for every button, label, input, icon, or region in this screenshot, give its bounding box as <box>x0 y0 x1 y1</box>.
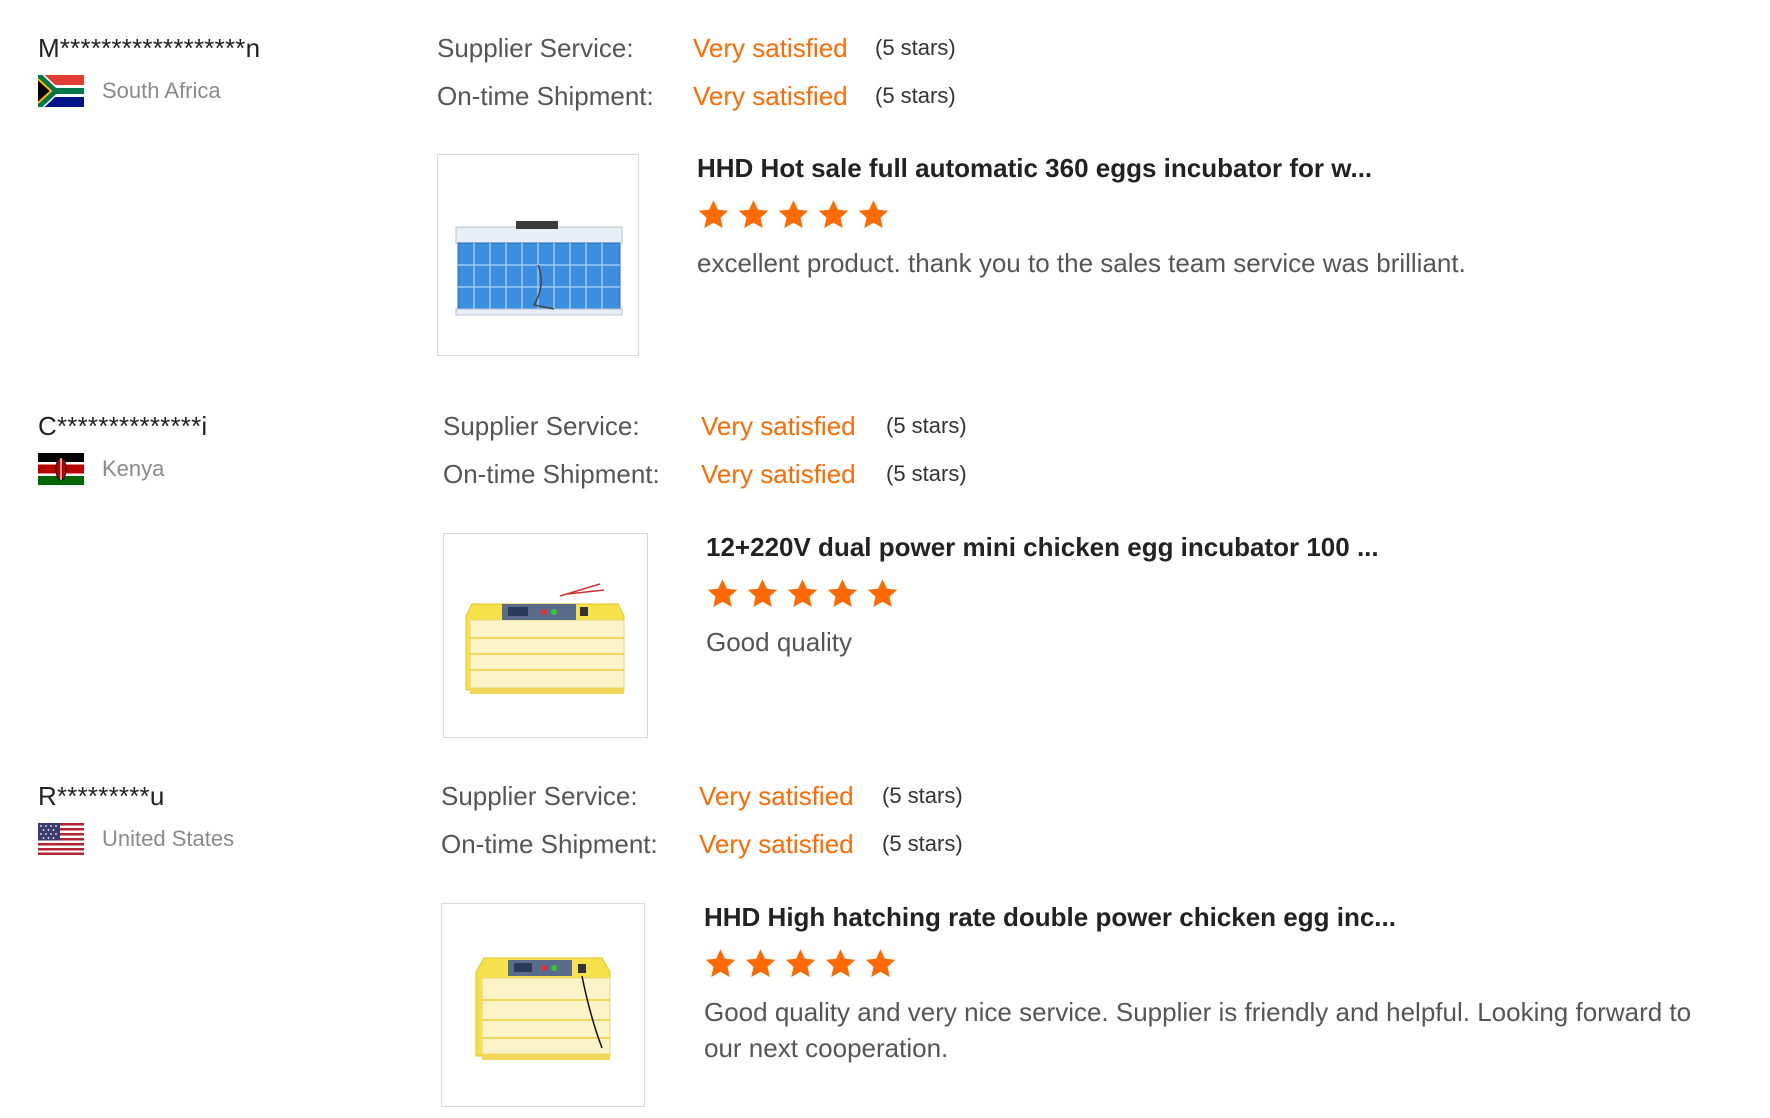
star-icon <box>746 577 779 610</box>
star-icon <box>824 947 857 980</box>
shipment-stars: (5 stars) <box>886 461 967 486</box>
star-icon <box>697 198 730 231</box>
star-icon <box>817 198 850 231</box>
supplier-service-stars: (5 stars) <box>886 413 967 438</box>
blue-incubator-product-image <box>455 221 623 316</box>
product-title-link[interactable]: 12+220V dual power mini chicken egg incu… <box>706 532 1706 563</box>
shipment-value: Very satisfied <box>699 829 854 859</box>
star-icon <box>864 947 897 980</box>
star-rating <box>704 947 1704 980</box>
united-states-flag-icon <box>38 823 84 855</box>
star-icon <box>737 198 770 231</box>
star-icon <box>777 198 810 231</box>
country-name: Kenya <box>102 456 165 481</box>
product-review: HHD High hatching rate double power chic… <box>704 902 1704 1066</box>
shipment-label: On-time Shipment: <box>441 829 658 859</box>
product-thumbnail[interactable] <box>437 154 639 356</box>
buyer-country: United States <box>38 823 234 855</box>
reviewer-info: C**************i Kenya <box>38 411 207 485</box>
product-thumbnail[interactable] <box>443 533 648 738</box>
star-rating <box>706 577 1706 610</box>
south-africa-flag-icon <box>38 75 84 107</box>
shipment-label: On-time Shipment: <box>437 81 654 111</box>
review-item: M******************n South Africa Suppli… <box>0 0 1770 370</box>
yellow-incubator-product-image <box>465 583 625 694</box>
supplier-service-value: Very satisfied <box>699 781 854 811</box>
star-icon <box>784 947 817 980</box>
review-text: Good quality and very nice service. Supp… <box>704 997 1692 1063</box>
star-icon <box>857 198 890 231</box>
product-title-link[interactable]: HHD Hot sale full automatic 360 eggs inc… <box>697 153 1697 184</box>
supplier-service-label: Supplier Service: <box>441 781 638 811</box>
supplier-service-stars: (5 stars) <box>882 783 963 808</box>
kenya-flag-icon <box>38 453 84 485</box>
supplier-service-value: Very satisfied <box>701 411 856 441</box>
review-item: C**************i Kenya Supplier Service:… <box>0 378 1770 748</box>
product-review: 12+220V dual power mini chicken egg incu… <box>706 532 1706 660</box>
review-text: excellent product. thank you to the sale… <box>697 248 1466 278</box>
buyer-country: Kenya <box>38 453 207 485</box>
shipment-label: On-time Shipment: <box>443 459 660 489</box>
reviewer-info: M******************n South Africa <box>38 33 260 107</box>
supplier-service-stars: (5 stars) <box>875 35 956 60</box>
star-rating <box>697 198 1697 231</box>
review-text: Good quality <box>706 627 852 657</box>
product-thumbnail[interactable] <box>441 903 645 1107</box>
star-icon <box>826 577 859 610</box>
product-title-link[interactable]: HHD High hatching rate double power chic… <box>704 902 1704 933</box>
buyer-name: M******************n <box>38 33 261 63</box>
star-icon <box>706 577 739 610</box>
buyer-name: R*********u <box>38 781 165 811</box>
country-name: South Africa <box>102 78 221 103</box>
shipment-value: Very satisfied <box>693 81 848 111</box>
shipment-stars: (5 stars) <box>875 83 956 108</box>
supplier-service-value: Very satisfied <box>693 33 848 63</box>
shipment-value: Very satisfied <box>701 459 856 489</box>
buyer-name: C**************i <box>38 411 208 441</box>
product-review: HHD Hot sale full automatic 360 eggs inc… <box>697 153 1697 281</box>
star-icon <box>866 577 899 610</box>
review-item: R*********u United States Supplier Servi… <box>0 748 1770 1118</box>
yellow-incubator-product-image <box>475 957 611 1060</box>
supplier-service-label: Supplier Service: <box>443 411 640 441</box>
reviewer-info: R*********u United States <box>38 781 234 855</box>
buyer-country: South Africa <box>38 75 260 107</box>
star-icon <box>786 577 819 610</box>
star-icon <box>704 947 737 980</box>
star-icon <box>744 947 777 980</box>
shipment-stars: (5 stars) <box>882 831 963 856</box>
supplier-service-label: Supplier Service: <box>437 33 634 63</box>
country-name: United States <box>102 826 235 851</box>
